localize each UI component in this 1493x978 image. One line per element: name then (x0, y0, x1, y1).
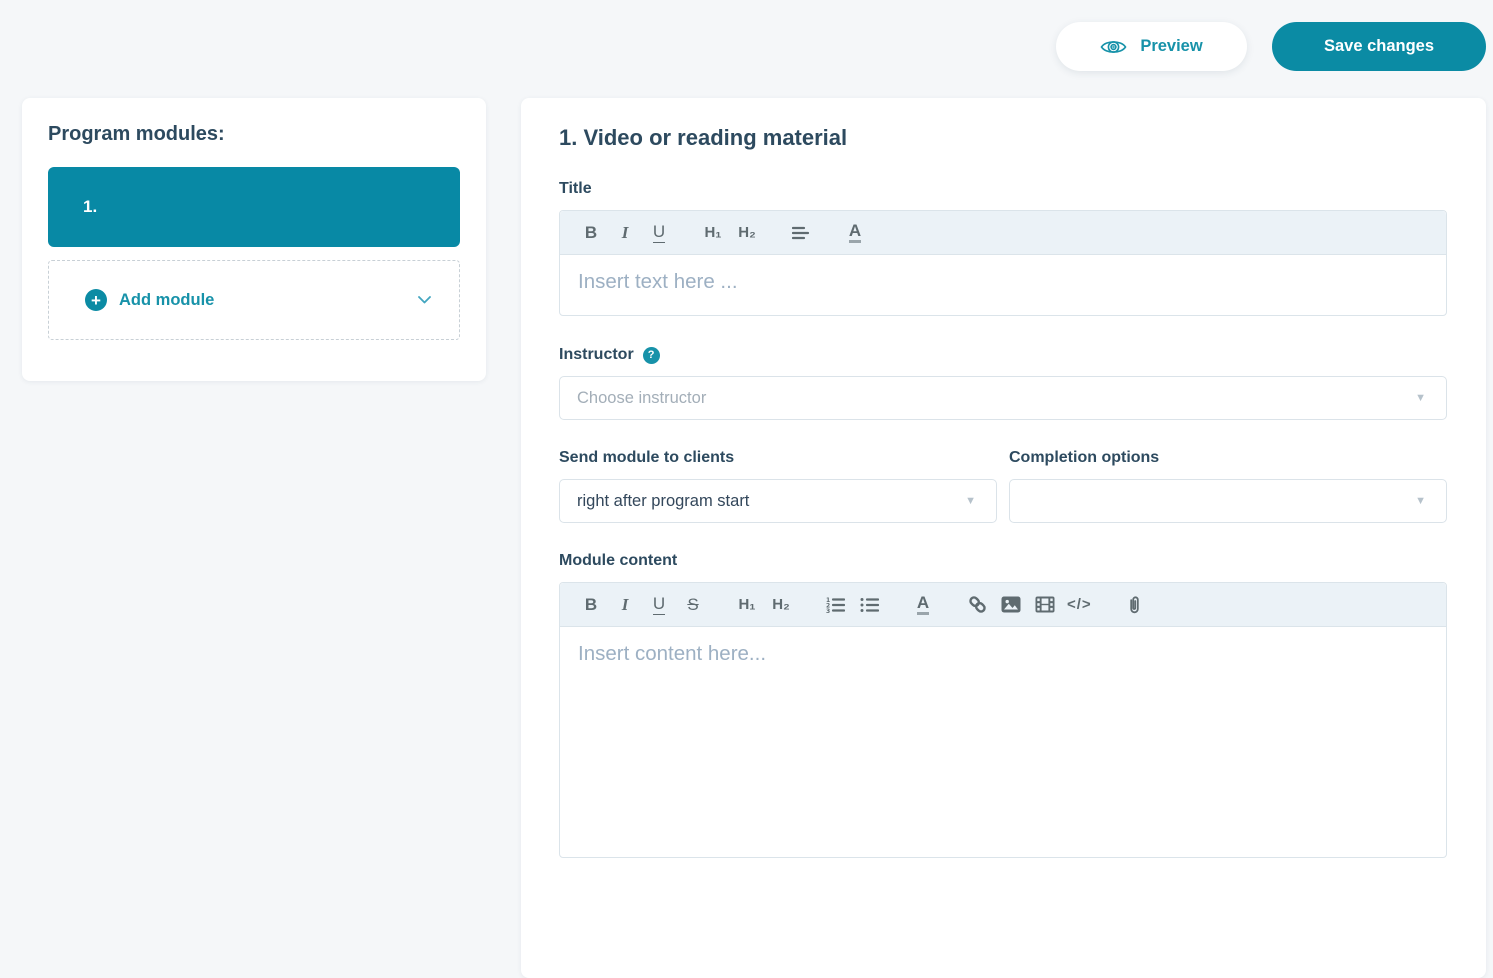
svg-text:3: 3 (826, 608, 830, 613)
link-icon[interactable] (965, 594, 989, 615)
preview-button[interactable]: Preview (1056, 22, 1247, 71)
chevron-down-icon[interactable] (418, 296, 431, 304)
italic-icon[interactable]: I (613, 224, 637, 241)
title-editor: B I U H₁ H₂ A Insert text here ... (559, 210, 1447, 316)
text-color-glyph: A (916, 594, 930, 615)
text-color-glyph: A (848, 222, 862, 243)
options-row: Send module to clients right after progr… (559, 449, 1447, 552)
add-module-label: Add module (119, 290, 215, 309)
title-label: Title (559, 180, 1447, 198)
instructor-label-text: Instructor (559, 346, 634, 363)
module-item-label: 1. (83, 197, 98, 216)
module-content-placeholder: Insert content here... (578, 642, 767, 665)
send-module-select[interactable]: right after program start ▼ (559, 479, 997, 523)
module-content-label: Module content (559, 552, 1447, 570)
plus-icon: + (85, 289, 107, 311)
eye-icon (1100, 37, 1127, 57)
video-icon[interactable] (1033, 596, 1057, 613)
content-editor-toolbar: B I U S H₁ H₂ 123 A </> (560, 583, 1446, 627)
completion-options-label-text: Completion options (1009, 449, 1160, 466)
heading2-icon[interactable]: H₂ (735, 225, 759, 240)
module-editor-panel: 1. Video or reading material Title B I U… (521, 98, 1486, 978)
add-module-button[interactable]: + Add module (48, 260, 460, 340)
program-modules-panel: Program modules: 1. + Add module (22, 98, 486, 381)
heading2-icon[interactable]: H₂ (769, 597, 793, 612)
instructor-label: Instructor ? (559, 346, 1447, 364)
save-changes-button[interactable]: Save changes (1272, 22, 1486, 71)
underline-icon[interactable]: U (647, 595, 671, 615)
caret-down-icon: ▼ (1415, 392, 1426, 404)
attachment-icon[interactable] (1122, 595, 1146, 615)
instructor-select[interactable]: Choose instructor ▼ (559, 376, 1447, 420)
underline-glyph: U (652, 221, 666, 243)
image-icon[interactable] (999, 596, 1023, 613)
bold-icon[interactable]: B (579, 224, 603, 241)
completion-options-field: Completion options ▼ (1009, 449, 1447, 552)
italic-icon[interactable]: I (613, 596, 637, 613)
bold-icon[interactable]: B (579, 596, 603, 613)
align-icon[interactable] (789, 226, 813, 240)
send-module-field: Send module to clients right after progr… (559, 449, 997, 552)
title-editor-toolbar: B I U H₁ H₂ A (560, 211, 1446, 255)
caret-down-icon: ▼ (965, 495, 976, 507)
heading1-icon[interactable]: H₁ (701, 225, 725, 240)
title-placeholder: Insert text here ... (578, 270, 738, 293)
completion-options-label: Completion options (1009, 449, 1447, 467)
content-editor: B I U S H₁ H₂ 123 A </> Insert content h… (559, 582, 1447, 858)
help-icon[interactable]: ? (642, 346, 660, 364)
completion-options-select[interactable]: ▼ (1009, 479, 1447, 523)
module-content-label-text: Module content (559, 552, 678, 569)
module-heading: 1. Video or reading material (559, 125, 848, 150)
underline-glyph: U (652, 593, 666, 615)
text-color-icon[interactable]: A (843, 222, 867, 243)
header-actions: Preview Save changes (1056, 22, 1486, 71)
text-color-icon[interactable]: A (911, 594, 935, 615)
bullet-list-icon[interactable] (857, 597, 881, 613)
heading1-icon[interactable]: H₁ (735, 597, 759, 612)
title-label-text: Title (559, 180, 592, 197)
strikethrough-icon[interactable]: S (681, 596, 705, 613)
send-module-label: Send module to clients (559, 449, 997, 467)
underline-icon[interactable]: U (647, 223, 671, 243)
module-content-input[interactable]: Insert content here... (560, 627, 1446, 857)
caret-down-icon: ▼ (1415, 495, 1426, 507)
program-modules-title: Program modules: (48, 123, 225, 145)
title-input[interactable]: Insert text here ... (560, 255, 1446, 315)
preview-button-label: Preview (1140, 37, 1203, 55)
module-item-1[interactable]: 1. (48, 167, 460, 247)
code-icon[interactable]: </> (1067, 597, 1092, 612)
ordered-list-icon[interactable]: 123 (823, 597, 847, 613)
instructor-select-placeholder: Choose instructor (577, 388, 707, 407)
send-module-label-text: Send module to clients (559, 449, 735, 466)
send-module-select-value: right after program start (577, 491, 750, 510)
